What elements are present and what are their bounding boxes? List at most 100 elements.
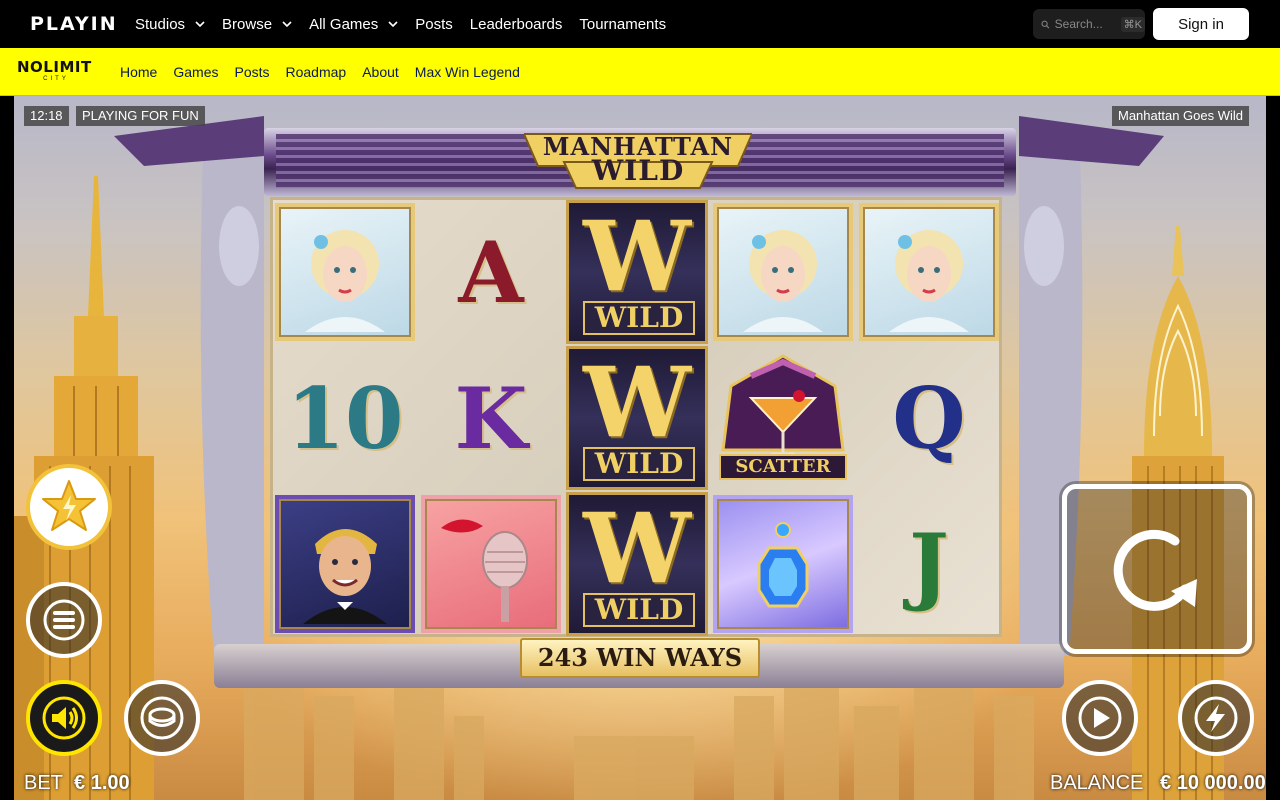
symbol-A: A [458, 222, 524, 322]
nav-leaderboards-label: Leaderboards [469, 15, 563, 33]
play-icon [1078, 696, 1122, 740]
lady-portrait [275, 203, 415, 341]
chevron-down-icon [282, 21, 292, 28]
lady-portrait [859, 203, 999, 341]
studio-logo[interactable]: NOLIMIT CITY [17, 60, 95, 86]
symbol-Q: Q [892, 368, 966, 468]
nav-leaderboards[interactable]: Leaderboards [470, 16, 563, 33]
studio-nav-posts[interactable]: Posts [234, 64, 269, 80]
bet-display: BET € 1.00 [24, 772, 130, 795]
wild-symbol: W WILD [566, 200, 708, 344]
symbol-10: 10 [286, 368, 404, 468]
lady-icon [305, 230, 385, 332]
studio-nav-games[interactable]: Games [173, 64, 218, 80]
play-mode-badge: PLAYING FOR FUN [76, 106, 205, 126]
search-shortcut-hint: ⌘K [1120, 16, 1145, 32]
spin-button[interactable] [1062, 484, 1252, 654]
nav-posts[interactable]: Posts [415, 16, 453, 33]
chevron-down-icon [388, 21, 398, 28]
balance-value: € 10 000.00 [1160, 772, 1266, 794]
bet-button[interactable] [124, 680, 200, 756]
reel-symbol-Q: Q [857, 346, 1001, 490]
wild-symbol: W WILD [566, 492, 708, 636]
wild-w-letter: W [583, 492, 691, 605]
jewel-icon [757, 522, 809, 608]
studio-nav-roadmap[interactable]: Roadmap [286, 64, 347, 80]
reel-symbol-lady [273, 200, 417, 344]
star-icon [42, 480, 96, 531]
menu-button[interactable] [26, 582, 102, 658]
reel-symbol-wild: W WILD [565, 346, 709, 490]
nav-studios-label: Studios [135, 15, 186, 33]
nav-browse[interactable]: Browse [222, 16, 292, 33]
balance-label: BALANCE [1050, 772, 1144, 794]
game-logo: MANHATTAN WILD [524, 130, 752, 190]
nav-studios[interactable]: Studios [135, 16, 205, 33]
turbo-button[interactable] [1178, 680, 1254, 756]
symbol-K: K [454, 368, 528, 468]
lady-icon [743, 230, 823, 332]
reel-symbol-A: A [419, 200, 563, 344]
jewel-portrait [713, 495, 853, 633]
reel-symbol-J: J [857, 492, 1001, 636]
wild-label: WILD [583, 593, 695, 627]
bet-value: € 1.00 [74, 772, 130, 794]
game-canvas[interactable]: 12:18 PLAYING FOR FUN Manhattan Goes Wil… [14, 96, 1266, 800]
reel-symbol-lady [857, 200, 1001, 344]
main-nav-links: Studios Browse All Games Posts Leaderboa… [135, 0, 683, 48]
gentleman-portrait [275, 495, 415, 633]
site-logo[interactable]: PLAYIN [30, 13, 118, 35]
gentleman-icon [303, 529, 387, 624]
menu-icon [43, 599, 85, 641]
wild-label: WILD [583, 301, 695, 335]
studio-nav: Home Games Posts Roadmap About Max Win L… [120, 48, 536, 96]
nav-tournaments-label: Tournaments [579, 15, 667, 33]
chevron-down-icon [195, 21, 205, 28]
clock: 12:18 [24, 106, 69, 126]
search-icon [1041, 20, 1050, 28]
wild-symbol: W WILD [566, 346, 708, 490]
reel-symbol-wild: W WILD [565, 200, 709, 344]
spin-icon [1113, 529, 1197, 611]
game-name-tag: Manhattan Goes Wild [1112, 106, 1250, 126]
nav-posts-label: Posts [415, 15, 453, 33]
lightning-icon [1194, 696, 1238, 740]
nav-tournaments[interactable]: Tournaments [579, 16, 666, 33]
sound-button[interactable] [26, 680, 102, 756]
reel-symbol-jewel [711, 492, 855, 636]
microphone-icon [441, 519, 528, 622]
reel-grid: 10 A K W WILD W WILD W WILD SCATTER Q J [270, 197, 1002, 637]
nav-browse-label: Browse [222, 15, 273, 33]
studio-bar: NOLIMIT CITY Home Games Posts Roadmap Ab… [0, 48, 1280, 96]
reel-symbol-wild: W WILD [565, 492, 709, 636]
studio-nav-about[interactable]: About [362, 64, 399, 80]
scatter-label: SCATTER [719, 454, 847, 480]
studio-nav-max-win-legend[interactable]: Max Win Legend [415, 64, 520, 80]
sign-in-button[interactable]: Sign in [1153, 8, 1249, 40]
balance-display: BALANCE € 10 000.00 [1050, 772, 1266, 795]
reel-symbol-K: K [419, 346, 563, 490]
autoplay-button[interactable] [1062, 680, 1138, 756]
wild-w-letter: W [583, 200, 691, 313]
wild-label: WILD [583, 447, 695, 481]
nav-all-games[interactable]: All Games [309, 16, 398, 33]
win-ways-plate: 243 WIN WAYS [520, 638, 760, 678]
lady-portrait [713, 203, 853, 341]
wild-w-letter: W [583, 346, 691, 459]
nav-all-games-label: All Games [309, 15, 379, 33]
reel-symbol-microphone [419, 492, 563, 636]
search-input[interactable] [1054, 17, 1121, 31]
feature-button[interactable] [26, 464, 112, 550]
microphone-portrait [421, 495, 561, 633]
coin-icon [140, 696, 184, 740]
symbol-J: J [909, 514, 949, 614]
bet-label: BET [24, 772, 63, 794]
reel-symbol-lady [711, 200, 855, 344]
studio-nav-home[interactable]: Home [120, 64, 157, 80]
search-box[interactable]: ⌘K [1033, 9, 1145, 39]
reel-symbol-gentleman [273, 492, 417, 636]
top-navigation: PLAYIN Studios Browse All Games Posts Le… [0, 0, 1280, 48]
studio-logo-sub: CITY [43, 76, 69, 82]
reel-symbol-scatter: SCATTER [711, 346, 855, 490]
studio-logo-main: NOLIMIT [17, 58, 92, 76]
